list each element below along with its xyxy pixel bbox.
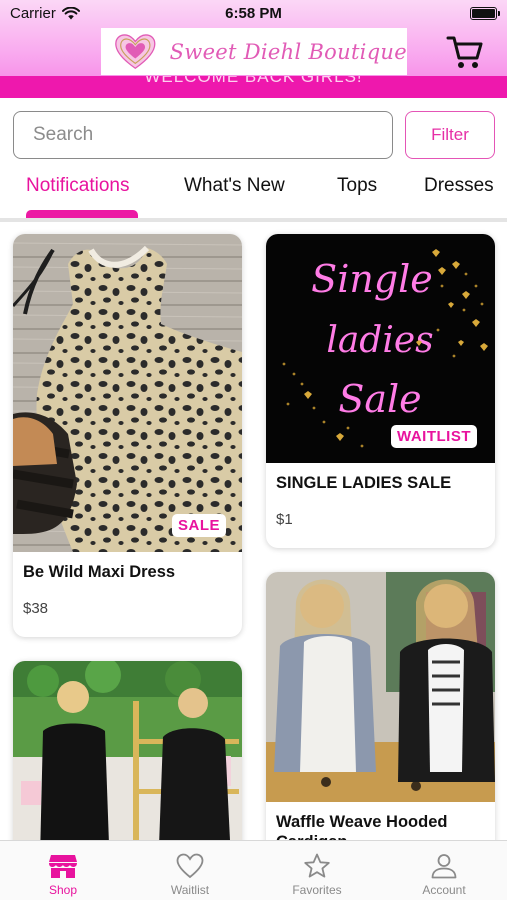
product-price: $38 — [23, 600, 49, 617]
tab-tops[interactable]: Tops — [337, 175, 377, 197]
header: Carrier 6:58 PM Sweet Diehl Boutique WEL… — [0, 0, 507, 98]
star-icon — [304, 853, 330, 878]
product-image[interactable] — [13, 234, 242, 552]
shop-icon — [49, 855, 77, 878]
tab-notifications[interactable]: Notifications — [26, 175, 130, 197]
cardigan-photo — [266, 572, 495, 802]
brand-logo: Sweet Diehl Boutique — [101, 28, 407, 75]
graphic-text-line: ladies — [326, 320, 433, 361]
product-title: SINGLE LADIES SALE — [276, 474, 452, 492]
tab-whats-new[interactable]: What's New — [184, 175, 285, 197]
bottom-nav: Shop Waitlist Favorites Account — [0, 840, 507, 900]
clock: 6:58 PM — [225, 5, 282, 22]
cart-icon[interactable] — [446, 34, 484, 70]
sale-badge: SALE — [172, 514, 227, 537]
welcome-text: WELCOME BACK GIRLS! — [144, 76, 363, 86]
product-card[interactable]: SALE Be Wild Maxi Dress $38 — [13, 234, 242, 637]
nav-waitlist[interactable]: Waitlist — [127, 841, 253, 900]
product-image[interactable] — [266, 572, 495, 802]
product-card[interactable]: Single ladies Sale WAITLIST SINGLE LADIE… — [266, 234, 495, 548]
graphic-text-line: Single — [311, 257, 433, 301]
tab-dresses[interactable]: Dresses — [424, 175, 494, 197]
nav-shop[interactable]: Shop — [0, 841, 126, 900]
status-bar: Carrier 6:58 PM — [0, 0, 507, 26]
waitlist-badge: WAITLIST — [391, 425, 477, 448]
nav-account[interactable]: Account — [381, 841, 507, 900]
welcome-banner: WELCOME BACK GIRLS! — [0, 76, 507, 98]
person-icon — [431, 854, 457, 879]
battery-icon — [470, 7, 500, 20]
product-title: Be Wild Maxi Dress — [23, 563, 176, 581]
heart-icon — [176, 853, 204, 879]
nav-shop-label: Shop — [48, 883, 78, 897]
product-price: $1 — [276, 511, 293, 528]
search-input[interactable] — [14, 112, 392, 158]
brand-logo-text: Sweet Diehl Boutique — [169, 39, 407, 64]
active-tab-indicator — [26, 210, 138, 218]
nav-favorites[interactable]: Favorites — [254, 841, 380, 900]
nav-favorites-label: Favorites — [292, 883, 342, 897]
search-field[interactable] — [13, 111, 393, 159]
nav-account-label: Account — [422, 883, 466, 897]
tab-divider — [0, 218, 507, 222]
graphic-text-line: Sale — [338, 377, 421, 421]
filter-button[interactable]: Filter — [405, 111, 495, 159]
heart-logo-icon — [115, 33, 156, 69]
nav-waitlist-label: Waitlist — [170, 883, 210, 897]
leopard-dress-photo — [13, 234, 242, 552]
